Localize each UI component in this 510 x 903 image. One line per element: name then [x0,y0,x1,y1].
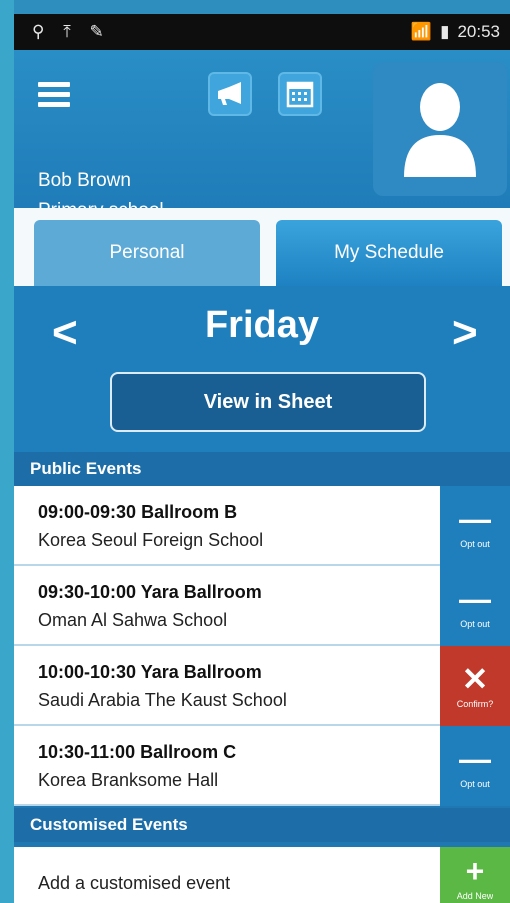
event-row[interactable]: 09:30-10:00 Yara Ballroom Oman Al Sahwa … [14,566,510,646]
action-label: Confirm? [456,699,494,709]
calendar-icon [286,81,314,108]
status-bar: ⚲ ⤒ ✎ 📶 ▮ 20:53 [14,14,510,50]
megaphone-button[interactable] [208,72,252,116]
event-details: 09:00-09:30 Ballroom B Korea Seoul Forei… [38,498,438,554]
event-row[interactable]: 10:30-11:00 Ballroom C Korea Branksome H… [14,726,510,806]
event-school: Korea Branksome Hall [38,770,219,790]
clock: 20:53 [457,22,500,41]
event-school: Korea Seoul Foreign School [38,530,264,550]
day-navigation: < Friday > View in Sheet [14,286,510,452]
opt-out-button[interactable]: — Opt out [440,566,510,646]
confirm-button[interactable]: ✕ Confirm? [440,646,510,726]
tab-my-schedule[interactable]: My Schedule [276,220,502,286]
next-day-button[interactable]: > [452,308,478,358]
opt-out-button[interactable]: — Opt out [440,726,510,806]
upload-icon: ⤒ [63,22,71,41]
action-label: Opt out [460,539,490,549]
app-header: Bob Brown Primary school [14,50,510,221]
signal-icon: 📶 [410,22,433,41]
event-school: Saudi Arabia The Kaust School [38,690,287,710]
notification-icons: ⚲ ⤒ ✎ [32,22,118,42]
public-events-header: Public Events [14,452,510,486]
profile-avatar[interactable] [373,62,507,196]
pencil-icon: ✎ [89,22,104,41]
view-in-sheet-button[interactable]: View in Sheet [110,372,426,432]
minus-icon: — [459,501,491,537]
battery-icon: ▮ [440,22,450,41]
event-time-room: 09:00-09:30 Ballroom B [38,502,238,522]
device-frame [0,0,14,903]
event-details: 10:30-11:00 Ballroom C Korea Branksome H… [38,738,438,794]
add-custom-event-row[interactable]: Add a customised event + Add New [14,847,510,903]
tab-personal[interactable]: Personal [34,220,260,286]
event-time-room: 09:30-10:00 Yara Ballroom [38,582,262,602]
action-label: Add New [456,891,494,901]
action-label: Opt out [460,779,490,789]
customised-events-header: Customised Events [14,808,510,842]
plus-icon: + [465,853,485,889]
opt-out-button[interactable]: — Opt out [440,486,510,566]
tab-bar: Personal My Schedule [14,208,510,286]
event-row[interactable]: 09:00-09:30 Ballroom B Korea Seoul Forei… [14,486,510,566]
menu-icon[interactable] [38,82,70,107]
usb-icon: ⚲ [32,22,45,41]
minus-icon: — [459,741,491,777]
add-custom-event-text: Add a customised event [38,873,231,893]
event-details: 10:00-10:30 Yara Ballroom Saudi Arabia T… [38,658,438,714]
event-school: Oman Al Sahwa School [38,610,228,630]
add-new-button[interactable]: + Add New [440,847,510,903]
user-name: Bob Brown [38,170,131,191]
close-icon: ✕ [461,661,489,697]
user-avatar-icon [404,83,476,177]
schedule-sheet-button[interactable] [278,72,322,116]
system-icons: 📶 ▮ 20:53 [411,22,500,42]
app-screen: ⚲ ⤒ ✎ 📶 ▮ 20:53 Bob Brown Primary school [14,14,510,903]
action-label: Opt out [460,619,490,629]
event-time-room: 10:30-11:00 Ballroom C [38,742,237,762]
event-details: 09:30-10:00 Yara Ballroom Oman Al Sahwa … [38,578,438,634]
minus-icon: — [459,581,491,617]
event-row[interactable]: 10:00-10:30 Yara Ballroom Saudi Arabia T… [14,646,510,726]
megaphone-icon [218,82,241,105]
event-time-room: 10:00-10:30 Yara Ballroom [38,662,262,682]
day-title: Friday [204,304,320,346]
